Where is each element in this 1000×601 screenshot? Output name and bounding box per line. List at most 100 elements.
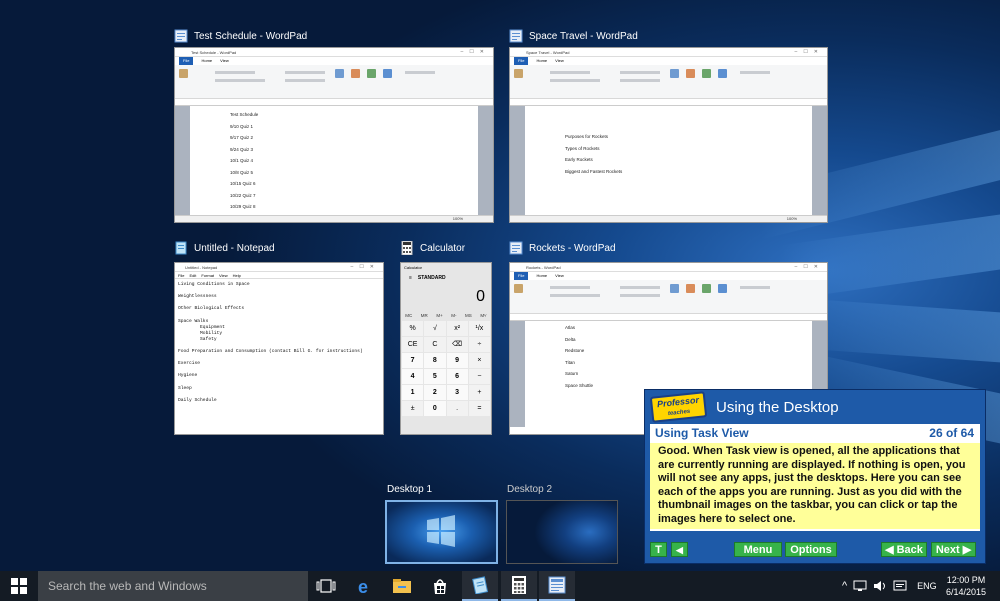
calc-mode: STANDARD — [418, 275, 446, 279]
calc-key: ÷ — [469, 337, 490, 352]
window-title-test-schedule[interactable]: Test Schedule - WordPad — [174, 29, 307, 43]
store-icon — [431, 577, 449, 595]
zoom-level: 100% — [453, 216, 463, 221]
tab-file: File — [514, 57, 528, 65]
tab-file: File — [179, 57, 193, 65]
desktop-2-label: Desktop 2 — [507, 484, 552, 495]
menu-edit: Edit — [189, 272, 196, 278]
calc-key: 5 — [424, 369, 445, 384]
task-view-button[interactable] — [308, 571, 344, 601]
thumbnail-test-schedule[interactable]: Test Schedule - WordPad–☐✕ File Home Vie… — [174, 47, 494, 223]
ruler — [175, 99, 493, 106]
wordpad-icon — [548, 576, 566, 594]
edge-button[interactable]: e — [348, 571, 384, 601]
calc-key: + — [469, 385, 490, 400]
hamburger-icon: ≡ — [409, 275, 412, 279]
menu-help: Help — [233, 272, 241, 278]
memory-key: M˅ — [480, 311, 486, 321]
window-controls: –☐✕ — [351, 263, 380, 272]
t-button[interactable]: T — [650, 542, 667, 557]
window-title-rockets[interactable]: Rockets - WordPad — [509, 241, 616, 255]
doc-line: 10/29 Quiz 8 — [230, 204, 438, 209]
edge-icon: e — [357, 577, 375, 595]
document-page: Test Schedule 9/10 Quiz 1 9/17 Quiz 2 9/… — [190, 106, 478, 215]
file-explorer-button[interactable] — [384, 571, 420, 601]
window-title-calculator[interactable]: Calculator — [400, 241, 465, 255]
calc-key: C — [424, 337, 445, 352]
system-tray: ^ ENG — [842, 571, 937, 601]
network-icon[interactable] — [853, 580, 867, 592]
memory-key: MR — [421, 311, 428, 321]
doc-line: Test Schedule — [230, 112, 438, 117]
calculator-taskbar-button[interactable] — [501, 571, 537, 601]
calc-keypad: % √ x² ¹/x CE C ⌫ ÷ 7 8 9 × 4 5 6 − 1 2 … — [401, 321, 491, 416]
calc-key: 1 — [402, 385, 423, 400]
options-button[interactable]: Options — [785, 542, 837, 557]
calculator-icon — [511, 576, 527, 594]
window-controls: –☐✕ — [461, 48, 490, 57]
next-button[interactable]: Next ▶ — [931, 542, 976, 557]
wordpad-taskbar-button[interactable] — [539, 571, 575, 601]
doc-line: Space Shuttle — [565, 383, 772, 388]
memory-key: MC — [405, 311, 412, 321]
start-button[interactable] — [0, 571, 38, 601]
ribbon — [510, 65, 827, 99]
svg-text:e: e — [358, 577, 368, 595]
action-center-icon[interactable] — [893, 580, 907, 592]
back-button[interactable]: ◀ Back — [881, 542, 927, 557]
calc-key: ⌫ — [447, 337, 468, 352]
lesson-text: Good. When Task view is opened, all the … — [650, 443, 980, 529]
window-title-space-travel[interactable]: Space Travel - WordPad — [509, 29, 638, 43]
doc-title: Untitled - Notepad — [185, 265, 217, 270]
clock-date: 6/14/2015 — [946, 586, 986, 598]
calc-key: ± — [402, 401, 423, 416]
store-button[interactable] — [422, 571, 458, 601]
thumbnail-space-travel[interactable]: Space Travel - WordPad–☐✕ File Home View… — [509, 47, 828, 223]
doc-line: Titan — [565, 360, 772, 365]
window-title-text: Test Schedule - WordPad — [194, 31, 307, 42]
calc-key: . — [447, 401, 468, 416]
clock-time: 12:00 PM — [947, 574, 986, 586]
language-indicator[interactable]: ENG — [917, 581, 937, 591]
desktop-1-thumbnail[interactable] — [385, 500, 498, 564]
thumbnail-notepad[interactable]: Untitled - Notepad–☐✕ File Edit Format V… — [174, 262, 384, 435]
doc-line: Saturn — [565, 371, 772, 376]
doc-line: Delta — [565, 337, 772, 342]
status-bar: 100% — [175, 215, 493, 222]
doc-line: Purposes for Rockets — [565, 134, 772, 139]
tutorial-controls: T ◀ Menu Options ◀ Back Next ▶ — [650, 542, 980, 557]
menu-file: File — [178, 272, 184, 278]
search-box[interactable]: Search the web and Windows — [38, 571, 308, 601]
doc-line: 10/15 Quiz 6 — [230, 181, 438, 186]
wordpad-icon — [509, 29, 523, 43]
show-hidden-icons-icon[interactable]: ^ — [842, 580, 847, 592]
audio-button[interactable]: ◀ — [671, 542, 688, 557]
calc-key: − — [469, 369, 490, 384]
doc-line: 9/10 Quiz 1 — [230, 124, 438, 129]
volume-icon[interactable] — [873, 580, 887, 592]
menu-button[interactable]: Menu — [734, 542, 782, 557]
calc-display: 0 — [401, 283, 491, 311]
tab-view: View — [220, 57, 229, 65]
calc-key: 9 — [447, 353, 468, 368]
notepad-taskbar-button[interactable] — [462, 571, 498, 601]
tab-view: View — [555, 57, 564, 65]
calc-mode-row: ≡ STANDARD — [401, 271, 491, 283]
desktop-2-thumbnail[interactable] — [506, 500, 618, 564]
calculator-icon — [400, 241, 414, 255]
clock[interactable]: 12:00 PM 6/14/2015 — [946, 571, 986, 601]
doc-line: Atlas — [565, 325, 772, 330]
thumbnail-calculator[interactable]: Calculator ≡ STANDARD 0 MC MR M+ M- MS M… — [400, 262, 492, 435]
memory-key: MS — [465, 311, 472, 321]
window-title-notepad[interactable]: Untitled - Notepad — [174, 241, 275, 255]
notepad-icon — [174, 241, 188, 255]
doc-title: Rockets - WordPad — [526, 265, 561, 270]
tab-home: Home — [536, 57, 547, 65]
tutorial-title: Using the Desktop — [716, 399, 839, 416]
zoom-level: 100% — [787, 216, 797, 221]
doc-line: Biggest and Fastest Rockets — [565, 169, 772, 174]
calc-memory-row: MC MR M+ M- MS M˅ — [401, 311, 491, 321]
professor-teaches-logo: Professor teaches — [650, 391, 707, 423]
window-title-text: Untitled - Notepad — [194, 243, 275, 254]
memory-key: M- — [451, 311, 456, 321]
